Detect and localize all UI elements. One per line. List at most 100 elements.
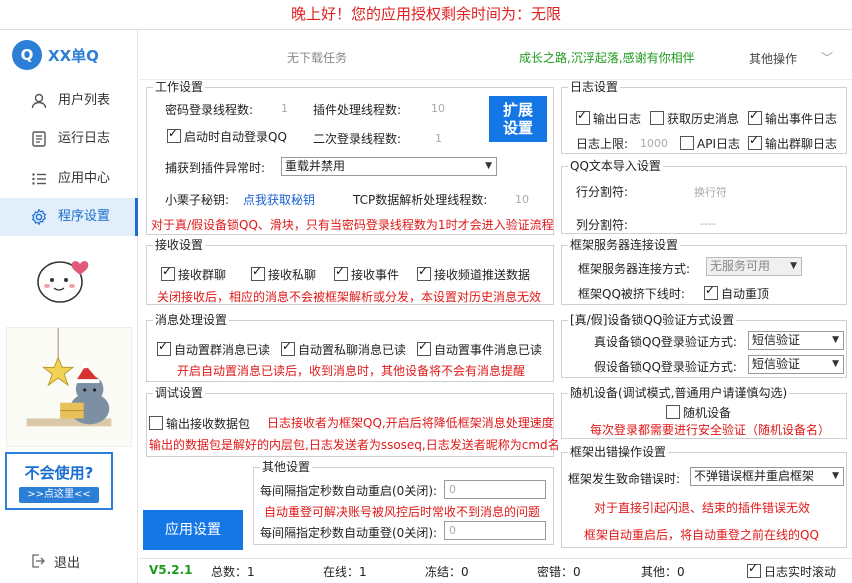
sidebar-item-settings[interactable]: 程序设置 [0, 198, 138, 236]
second-threads-label: 二次登录线程数: [313, 132, 402, 146]
group-title: 工作设置 [153, 80, 206, 94]
group-title: 随机设备(调试模式,普通用户请谨慎勾选) [568, 386, 790, 400]
help-button[interactable]: >>点这里<< [19, 487, 99, 503]
help-title: 不会使用? [24, 464, 94, 482]
group-read-checkbox[interactable]: 自动置群消息已读 [157, 339, 270, 358]
group-title: 消息处理设置 [153, 313, 230, 327]
group-title: 其他设置 [260, 460, 313, 474]
receive-settings-group: 接收设置 接收群聊 接收私聊 接收事件 接收频道推送数据 关闭接收后，相应的消息… [146, 238, 554, 305]
exception-select[interactable]: 重载并禁用 ▼ [281, 157, 497, 176]
row-sep-input[interactable]: 换行符 [694, 184, 727, 200]
tcp-threads-input[interactable]: 10 [515, 193, 529, 206]
restart-input[interactable]: 0 [444, 480, 546, 499]
other-count: 其他：0 [641, 565, 685, 579]
group-title: 框架服务器连接设置 [568, 238, 681, 252]
receive-private-checkbox[interactable]: 接收私聊 [251, 264, 316, 283]
event-log-checkbox[interactable]: 输出事件日志 [748, 108, 837, 127]
expand-btn-line1: 扩展 [502, 101, 533, 119]
tcp-threads-label: TCP数据解析处理线程数: [353, 193, 488, 207]
debug-note-1: 日志接收者为框架QQ,开启后将降低框架消息处理速度 [267, 416, 554, 430]
error-settings-group: 框架出错操作设置 框架发生致命错误时: 不弹错误框并重启框架 ▼ 对于直接引起闪… [561, 445, 847, 548]
second-threads-input[interactable]: 1 [435, 132, 442, 145]
output-packets-checkbox[interactable]: 输出接收数据包 [149, 415, 250, 432]
document-icon [32, 131, 46, 147]
get-key-link[interactable]: 点我获取秘钥 [243, 191, 315, 208]
import-settings-group: QQ文本导入设置 行分割符: 换行符 列分割符: ---- [561, 159, 847, 234]
total-count: 总数：1 [211, 565, 255, 579]
server-mode-select[interactable]: 无服务可用 ▼ [706, 257, 802, 276]
license-banner: 晚上好！您的应用授权剩余时间为：无限 [0, 0, 852, 30]
real-devlock-label: 真设备锁QQ登录验证方式: [594, 335, 737, 349]
error-note-1: 对于直接引起闪退、结束的插件错误无效 [594, 501, 811, 515]
exception-label: 捕获到插件异常时: [165, 161, 266, 175]
group-title: 框架出错操作设置 [568, 445, 669, 459]
exception-select-value: 重载并禁用 [285, 159, 346, 173]
fake-devlock-label: 假设备锁QQ登录验证方式: [594, 360, 737, 374]
expand-settings-button[interactable]: 扩展 设置 [489, 96, 547, 142]
output-log-checkbox[interactable]: 输出日志 [576, 108, 641, 127]
dropdown-arrow-icon: ▼ [832, 335, 839, 345]
receive-event-checkbox[interactable]: 接收事件 [334, 264, 399, 283]
sidebar: Q XX单Q 用户列表 运行日志 应用中心 程序设置 不会使用? >>点这里<<… [0, 30, 138, 583]
apply-settings-button[interactable]: 应用设置 [143, 510, 243, 550]
error-note-2: 框架自动重启后，将自动重登之前在线的QQ [584, 528, 819, 542]
cat-illustration [6, 327, 132, 447]
help-banner[interactable]: 不会使用? >>点这里<< [5, 452, 113, 510]
key-label: 小栗子秘钥: [165, 193, 230, 207]
real-devlock-value: 短信验证 [752, 333, 801, 347]
group-title: 调试设置 [153, 386, 206, 400]
relogin-input[interactable]: 0 [444, 521, 546, 540]
history-checkbox[interactable]: 获取历史消息 [650, 110, 739, 127]
sidebar-item-apps[interactable]: 应用中心 [0, 160, 138, 198]
random-device-group: 随机设备(调试模式,普通用户请谨慎勾选) 随机设备 每次登录都需要进行安全验证（… [561, 386, 847, 439]
sidebar-item-users[interactable]: 用户列表 [0, 82, 138, 120]
fatal-error-select[interactable]: 不弹错误框并重启框架 ▼ [690, 467, 844, 486]
logout-label: 退出 [54, 556, 81, 571]
message-note: 开启自动置消息已读后，收到消息时，其他设备将不会有消息提醒 [177, 364, 526, 378]
group-log-checkbox[interactable]: 输出群聊日志 [748, 133, 837, 152]
sidebar-item-label: 程序设置 [58, 209, 111, 224]
version-label: V5.2.1 [149, 563, 193, 577]
receive-channel-checkbox[interactable]: 接收频道推送数据 [417, 264, 530, 283]
relogin-label: 每间隔指定秒数自动重登(0关闭): [260, 526, 438, 540]
top-bar: 无下载任务 成长之路,沉浮起落,感谢有你相伴 其他操作 ﹀ [139, 30, 852, 80]
logo-icon: Q [12, 40, 42, 70]
event-read-checkbox[interactable]: 自动置事件消息已读 [417, 339, 542, 358]
slogan: 成长之路,沉浮起落,感谢有你相伴 [519, 51, 695, 65]
row-sep-label: 行分割符: [576, 185, 629, 199]
restart-label: 每间隔指定秒数自动重启(0关闭): [260, 484, 438, 498]
log-scroll-checkbox[interactable]: 日志实时滚动 [747, 561, 836, 580]
api-log-checkbox[interactable]: API日志 [680, 135, 740, 152]
sidebar-item-logs[interactable]: 运行日志 [0, 120, 138, 158]
fake-devlock-select[interactable]: 短信验证 ▼ [748, 355, 844, 374]
debug-note-2: 输出的数据包是解好的内层包,日志发送者为ssoseq,日志发送者昵称为cmd名 [149, 438, 560, 452]
col-sep-input[interactable]: ---- [700, 217, 716, 230]
receive-group-checkbox[interactable]: 接收群聊 [161, 264, 226, 283]
status-bar: V5.2.1 总数：1 在线：1 冻结：0 密错：0 其他：0 日志实时滚动 [139, 558, 852, 583]
sidebar-item-label: 用户列表 [58, 93, 111, 108]
kick-label: 框架QQ被挤下线时: [578, 287, 685, 301]
online-count: 在线：1 [323, 565, 367, 579]
real-devlock-select[interactable]: 短信验证 ▼ [748, 331, 844, 350]
private-read-checkbox[interactable]: 自动置私聊消息已读 [281, 339, 406, 358]
server-mode-label: 框架服务器连接方式: [578, 262, 691, 276]
list-icon [32, 173, 46, 185]
other-ops-menu[interactable]: 其他操作 [749, 50, 797, 67]
group-title: 接收设置 [153, 238, 206, 252]
log-limit-input[interactable]: 1000 [640, 137, 668, 150]
plugin-threads-label: 插件处理线程数: [313, 103, 402, 117]
fake-devlock-value: 短信验证 [752, 357, 801, 371]
chevron-down-icon[interactable]: ﹀ [821, 49, 833, 66]
pwd-threads-input[interactable]: 1 [281, 102, 288, 115]
autologin-checkbox[interactable]: 启动时自动登录QQ [167, 126, 287, 145]
app-logo: Q XX单Q [10, 38, 130, 74]
dropdown-arrow-icon: ▼ [832, 471, 839, 481]
log-limit-label: 日志上限: [576, 137, 629, 151]
plugin-threads-input[interactable]: 10 [431, 102, 445, 115]
random-device-checkbox[interactable]: 随机设备 [666, 404, 731, 421]
dropdown-arrow-icon: ▼ [790, 261, 797, 271]
gear-icon [31, 208, 47, 226]
auto-reconnect-checkbox[interactable]: 自动重顶 [704, 283, 769, 302]
log-settings-group: 日志设置 输出日志 获取历史消息 输出事件日志 日志上限: 1000 API日志… [561, 80, 847, 154]
logout-icon [32, 554, 45, 568]
